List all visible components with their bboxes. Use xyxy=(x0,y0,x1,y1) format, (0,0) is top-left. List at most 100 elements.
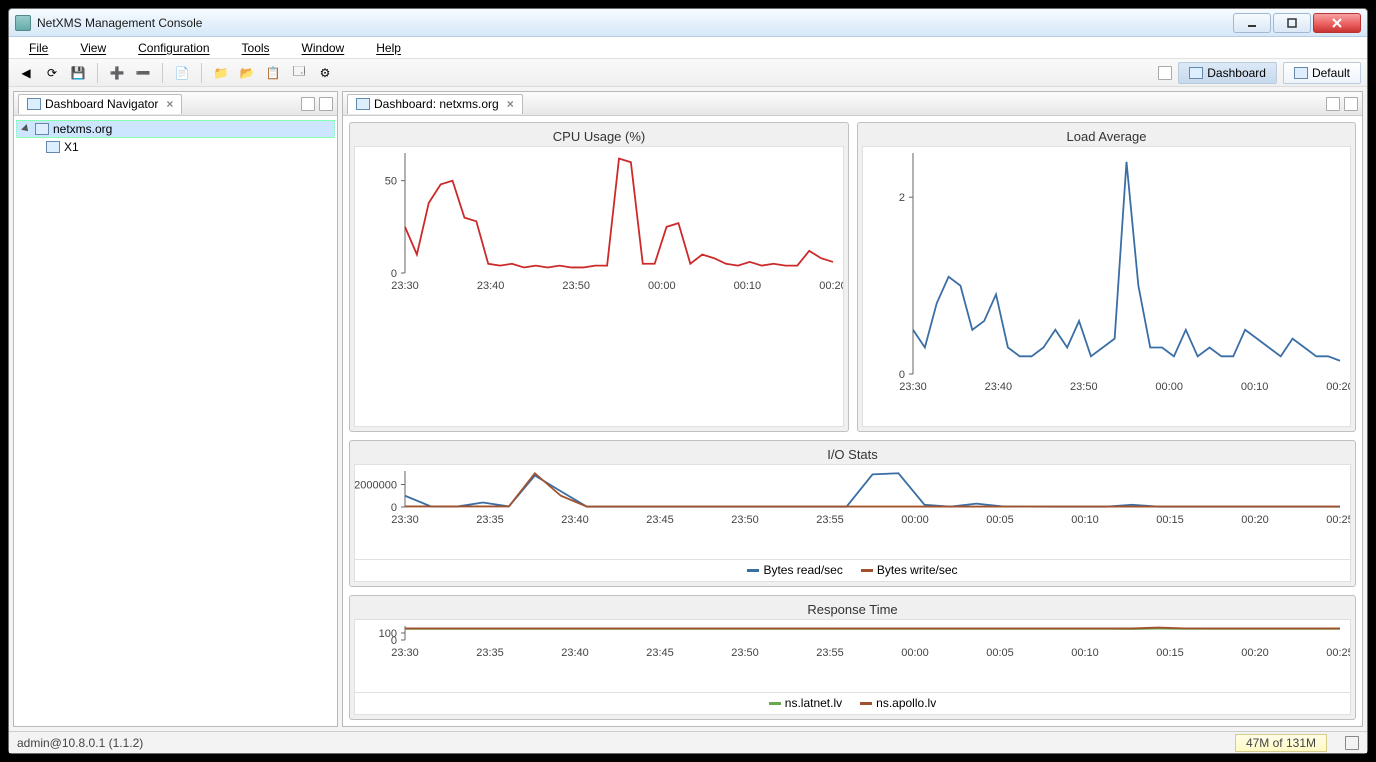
app-window: NetXMS Management Console File View Conf… xyxy=(8,8,1368,754)
svg-text:0: 0 xyxy=(391,502,397,514)
toolbar-window-icon[interactable]: 🗔 xyxy=(288,62,310,84)
close-tab-icon[interactable]: × xyxy=(166,97,173,111)
svg-text:00:00: 00:00 xyxy=(648,280,676,292)
toolbar-gear-icon[interactable]: ⚙ xyxy=(314,62,336,84)
chart-cpu: CPU Usage (%) 05023:3023:4023:5000:0000:… xyxy=(349,122,849,432)
svg-text:2: 2 xyxy=(899,192,905,204)
svg-text:23:45: 23:45 xyxy=(646,647,674,659)
svg-text:23:50: 23:50 xyxy=(731,647,759,659)
chart-title: CPU Usage (%) xyxy=(354,127,844,146)
plot-area: 010023:3023:3523:4023:4523:5023:5500:000… xyxy=(354,619,1351,693)
chart-title: I/O Stats xyxy=(354,445,1351,464)
svg-text:00:05: 00:05 xyxy=(986,647,1014,659)
svg-text:0: 0 xyxy=(391,268,397,280)
tree-child[interactable]: X1 xyxy=(16,138,335,156)
svg-text:23:30: 23:30 xyxy=(899,381,927,393)
plot-area: 05023:3023:4023:5000:0000:1000:20 xyxy=(354,146,844,427)
toolbar-back-icon[interactable]: ◀ xyxy=(15,62,37,84)
svg-text:00:05: 00:05 xyxy=(986,514,1014,526)
minimize-pane-icon[interactable] xyxy=(301,97,315,111)
menubar: File View Configuration Tools Window Hel… xyxy=(9,37,1367,59)
close-button[interactable] xyxy=(1313,13,1361,33)
navigator-pane: Dashboard Navigator × netxms.org X1 xyxy=(13,91,338,727)
menu-help[interactable]: Help xyxy=(360,39,417,57)
svg-text:23:40: 23:40 xyxy=(985,381,1013,393)
toolbar-copy-icon[interactable]: 📋 xyxy=(262,62,284,84)
toolbar: ◀ ⟳ 💾 ➕ ➖ 📄 📁 📂 📋 🗔 ⚙ Dashboard Default xyxy=(9,59,1367,87)
perspective-open-icon[interactable] xyxy=(1158,66,1172,80)
svg-text:00:15: 00:15 xyxy=(1156,647,1184,659)
window-title: NetXMS Management Console xyxy=(37,16,1233,30)
navigator-title: Dashboard Navigator xyxy=(45,97,158,111)
tree-root[interactable]: netxms.org xyxy=(16,120,335,138)
legend: ns.latnet.lv ns.apollo.lv xyxy=(354,692,1351,715)
dashboard-node-icon xyxy=(46,141,60,153)
svg-text:00:15: 00:15 xyxy=(1156,514,1184,526)
svg-text:2000000: 2000000 xyxy=(355,480,397,492)
svg-text:23:50: 23:50 xyxy=(1070,381,1098,393)
svg-text:00:25: 00:25 xyxy=(1326,514,1350,526)
maximize-button[interactable] xyxy=(1273,13,1311,33)
svg-text:00:00: 00:00 xyxy=(901,647,929,659)
svg-text:23:40: 23:40 xyxy=(561,647,589,659)
svg-text:0: 0 xyxy=(899,369,905,381)
chart-title: Response Time xyxy=(354,600,1351,619)
menu-window[interactable]: Window xyxy=(286,39,361,57)
perspective-dashboard[interactable]: Dashboard xyxy=(1178,62,1277,84)
svg-text:00:10: 00:10 xyxy=(734,280,762,292)
navigator-tab[interactable]: Dashboard Navigator × xyxy=(18,94,182,114)
minimize-button[interactable] xyxy=(1233,13,1271,33)
expand-icon[interactable] xyxy=(21,124,31,134)
toolbar-save-icon[interactable]: 💾 xyxy=(67,62,89,84)
maximize-pane-icon[interactable] xyxy=(319,97,333,111)
svg-text:23:55: 23:55 xyxy=(816,647,844,659)
svg-text:23:35: 23:35 xyxy=(476,514,504,526)
app-icon xyxy=(15,15,31,31)
legend: Bytes read/sec Bytes write/sec xyxy=(354,559,1351,582)
svg-text:00:10: 00:10 xyxy=(1071,514,1099,526)
chart-io: I/O Stats 0 2000000 23:30 23:35 23:40 23:45 23… xyxy=(349,440,1356,587)
toolbar-remove-icon[interactable]: ➖ xyxy=(132,62,154,84)
svg-text:00:20: 00:20 xyxy=(1241,647,1269,659)
menu-view[interactable]: View xyxy=(64,39,122,57)
svg-text:50: 50 xyxy=(385,176,397,188)
perspective-default[interactable]: Default xyxy=(1283,62,1361,84)
menu-configuration[interactable]: Configuration xyxy=(122,39,225,57)
svg-text:23:45: 23:45 xyxy=(646,514,674,526)
svg-text:00:20: 00:20 xyxy=(1326,381,1350,393)
svg-text:23:50: 23:50 xyxy=(731,514,759,526)
default-icon xyxy=(1294,67,1308,79)
toolbar-doc-icon[interactable]: 📄 xyxy=(171,62,193,84)
svg-text:00:00: 00:00 xyxy=(1155,381,1183,393)
svg-text:00:25: 00:25 xyxy=(1326,647,1350,659)
toolbar-folder-icon[interactable]: 📁 xyxy=(210,62,232,84)
menu-file[interactable]: File xyxy=(13,39,64,57)
titlebar[interactable]: NetXMS Management Console xyxy=(9,9,1367,37)
dashboard-tab[interactable]: Dashboard: netxms.org × xyxy=(347,94,523,114)
toolbar-refresh-icon[interactable]: ⟳ xyxy=(41,62,63,84)
minimize-pane-icon[interactable] xyxy=(1326,97,1340,111)
navigator-tree[interactable]: netxms.org X1 xyxy=(14,116,337,160)
legend-swatch xyxy=(747,569,759,572)
svg-text:23:40: 23:40 xyxy=(561,514,589,526)
separator xyxy=(162,63,163,83)
svg-text:00:00: 00:00 xyxy=(901,514,929,526)
toolbar-add-icon[interactable]: ➕ xyxy=(106,62,128,84)
close-tab-icon[interactable]: × xyxy=(507,97,514,111)
trash-icon[interactable] xyxy=(1345,736,1359,750)
navigator-icon xyxy=(27,98,41,110)
svg-text:23:35: 23:35 xyxy=(476,647,504,659)
maximize-pane-icon[interactable] xyxy=(1344,97,1358,111)
svg-text:00:20: 00:20 xyxy=(819,280,843,292)
svg-text:23:30: 23:30 xyxy=(391,514,419,526)
menu-tools[interactable]: Tools xyxy=(226,39,286,57)
svg-text:23:30: 23:30 xyxy=(391,280,419,292)
svg-text:23:55: 23:55 xyxy=(816,514,844,526)
toolbar-folder2-icon[interactable]: 📂 xyxy=(236,62,258,84)
svg-text:00:10: 00:10 xyxy=(1071,647,1099,659)
plot-area: 0 2000000 23:30 23:35 23:40 23:45 23:50 23:55 00… xyxy=(354,464,1351,560)
plot-area: 0223:3023:4023:5000:0000:1000:20 xyxy=(862,146,1351,427)
svg-text:100: 100 xyxy=(379,628,397,640)
svg-text:23:50: 23:50 xyxy=(562,280,590,292)
dashboard-tab-icon xyxy=(356,98,370,110)
